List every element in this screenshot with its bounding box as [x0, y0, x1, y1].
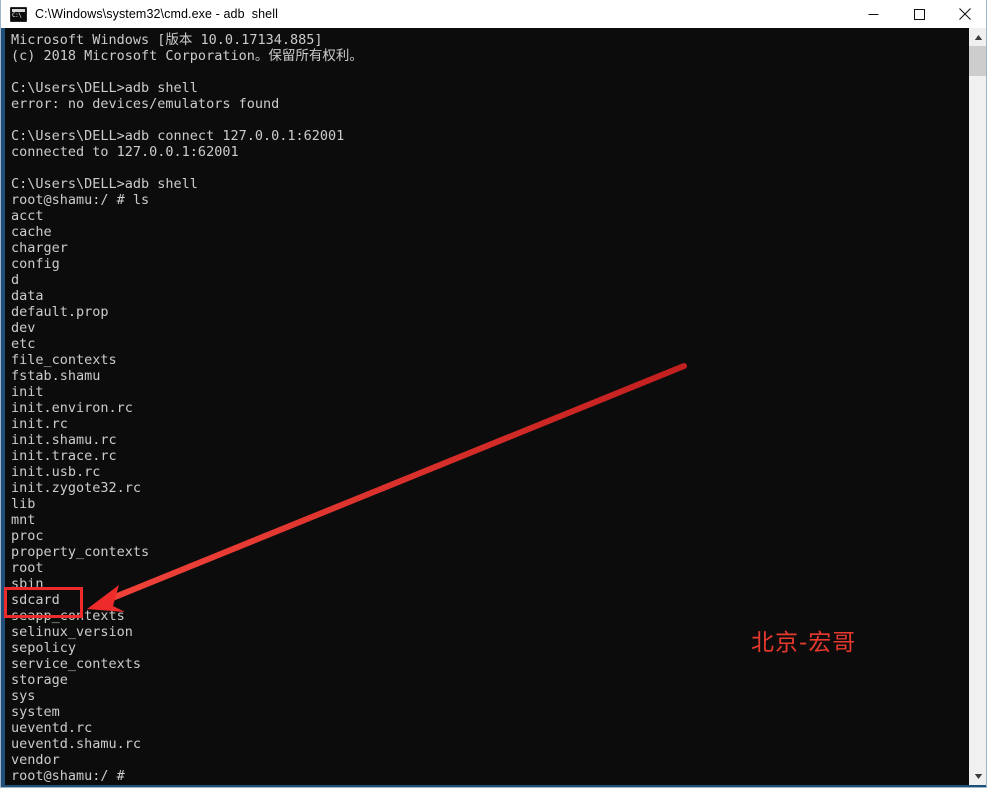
console-line: root [11, 560, 44, 576]
console-output[interactable]: Microsoft Windows [版本 10.0.17134.885] (c)… [5, 28, 965, 785]
console-line: system [11, 704, 60, 720]
minimize-button[interactable] [850, 0, 896, 28]
console-line: init.trace.rc [11, 448, 117, 464]
console-line: vendor [11, 752, 60, 768]
console-line: proc [11, 528, 44, 544]
console-line: dev [11, 320, 36, 336]
console-line: acct [11, 208, 44, 224]
console-line: ueventd.rc [11, 720, 93, 736]
console-line: root@shamu:/ # ls [11, 192, 150, 208]
close-button[interactable] [942, 0, 986, 28]
window-title: C:\Windows\system32\cmd.exe - adb shell [35, 7, 278, 21]
console-line: sepolicy [11, 640, 77, 656]
console-line: seapp_contexts [11, 608, 125, 624]
console-line: init.rc [11, 416, 68, 432]
console-line: config [11, 256, 60, 272]
console-line: file_contexts [11, 352, 117, 368]
console-line: ueventd.shamu.rc [11, 736, 142, 752]
console-line: lib [11, 496, 36, 512]
console-line: selinux_version [11, 624, 133, 640]
console-line: C:\Users\DELL>adb shell [11, 176, 198, 192]
console-line: fstab.shamu [11, 368, 101, 384]
scrollbar-thumb[interactable] [969, 46, 986, 76]
title-bar[interactable]: C:\ C:\Windows\system32\cmd.exe - adb sh… [1, 0, 986, 29]
console-frame: Microsoft Windows [版本 10.0.17134.885] (c)… [1, 28, 986, 787]
console-line: mnt [11, 512, 36, 528]
console-line: cache [11, 224, 52, 240]
console-line: charger [11, 240, 68, 256]
title-bar-left: C:\ C:\Windows\system32\cmd.exe - adb sh… [1, 6, 850, 22]
cmd-app-icon: C:\ [10, 6, 27, 22]
console-line: etc [11, 336, 36, 352]
console-line: init.environ.rc [11, 400, 133, 416]
console-line: d [11, 272, 20, 288]
console-line: init.usb.rc [11, 464, 101, 480]
console-line: error: no devices/emulators found [11, 96, 280, 112]
window-controls [850, 0, 986, 28]
console-scrollbar[interactable] [968, 28, 986, 785]
console-line: storage [11, 672, 68, 688]
console-line: data [11, 288, 44, 304]
console-line: default.prop [11, 304, 109, 320]
console-line: sys [11, 688, 36, 704]
console-line: property_contexts [11, 544, 150, 560]
console-line: sbin [11, 576, 44, 592]
console-line: root@shamu:/ # [11, 768, 125, 784]
console-line: Microsoft Windows [版本 10.0.17134.885] [11, 32, 323, 48]
console-line: init.shamu.rc [11, 432, 117, 448]
console-line: C:\Users\DELL>adb connect 127.0.0.1:6200… [11, 128, 345, 144]
console-line: init.zygote32.rc [11, 480, 142, 496]
scroll-down-arrow-icon[interactable] [969, 767, 986, 785]
scrollbar-track[interactable] [969, 76, 986, 767]
maximize-button[interactable] [896, 0, 942, 28]
console-line: init [11, 384, 44, 400]
console-line: C:\Users\DELL>adb shell [11, 80, 198, 96]
cmd-window: C:\ C:\Windows\system32\cmd.exe - adb sh… [0, 0, 987, 788]
console-line: sdcard [11, 592, 60, 608]
scroll-up-arrow-icon[interactable] [969, 28, 986, 46]
cmd-icon-label: C:\ [12, 11, 22, 19]
console-line: service_contexts [11, 656, 142, 672]
console-line: connected to 127.0.0.1:62001 [11, 144, 239, 160]
console-line: (c) 2018 Microsoft Corporation。保留所有权利。 [11, 48, 363, 64]
